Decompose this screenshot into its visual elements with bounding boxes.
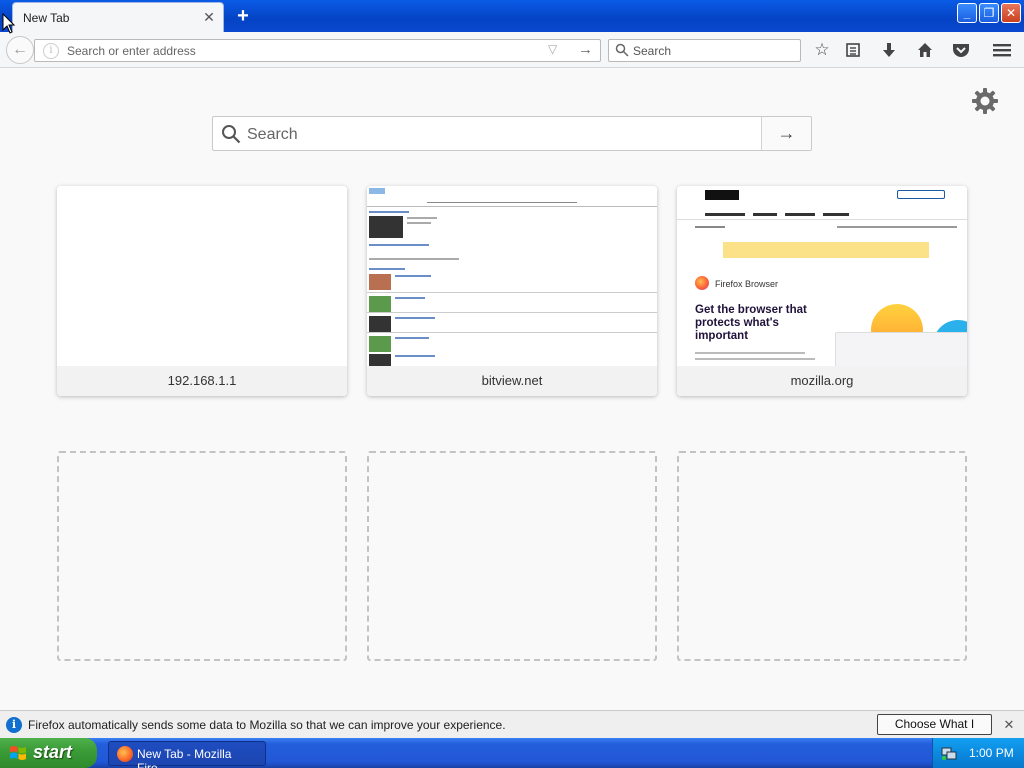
bookmark-star-icon[interactable]: ☆ [810,38,834,62]
taskbar-item-label: New Tab - Mozilla Fire... [137,747,232,768]
tile-label: bitview.net [367,366,657,396]
search-icon [222,125,241,144]
mozilla-thumb-headline: Get the browser that protects what's imp… [695,304,807,342]
back-arrow-icon[interactable]: ← [6,36,34,64]
empty-tile-placeholder [677,451,967,661]
close-window-icon[interactable]: ✕ [1001,3,1021,23]
new-tab-plus-icon[interactable]: + [232,5,254,27]
tile-thumbnail: Firefox Browser Get the browser that pro… [677,186,967,366]
home-icon[interactable] [913,38,937,62]
toolbar-search-input[interactable] [633,43,793,59]
restore-icon[interactable]: ❐ [979,3,999,23]
empty-tile-placeholder [367,451,657,661]
minimize-icon[interactable]: _ [957,3,977,23]
window-titlebar: New Tab ✕ + _ ❐ ✕ [0,0,1024,32]
data-reporting-notification: i Firefox automatically sends some data … [0,710,1024,750]
start-button[interactable]: start [0,738,97,768]
gear-icon[interactable] [970,86,1000,116]
window-controls: _ ❐ ✕ [957,3,1021,23]
address-input[interactable] [67,43,537,59]
tile-thumbnail [367,186,657,366]
downloads-icon[interactable] [877,38,901,62]
network-icon[interactable] [941,745,957,761]
go-arrow-icon[interactable]: → [578,41,593,58]
mouse-cursor-icon [2,13,16,34]
windows-flag-icon [10,746,26,760]
history-dropdown-icon[interactable]: ▽ [548,42,557,56]
tab-new-tab[interactable]: New Tab ✕ [12,2,224,32]
tab-title: New Tab [23,11,70,25]
info-icon: i [6,717,22,733]
close-icon[interactable]: ✕ [1001,717,1017,733]
newtab-search-input[interactable] [247,125,747,145]
newtab-search-box[interactable]: → [212,116,812,151]
top-site-tile[interactable]: 192.168.1.1 [57,186,347,396]
taskbar-item-firefox[interactable]: New Tab - Mozilla Fire... [108,741,266,768]
top-site-tile[interactable]: Firefox Browser Get the browser that pro… [677,186,967,396]
url-bar[interactable]: i ▽ → [34,39,601,62]
mozilla-thumb-product: Firefox Browser [715,279,779,289]
start-label: start [33,742,73,762]
tile-thumbnail [57,186,347,366]
empty-tile-placeholder [57,451,347,661]
pocket-icon[interactable] [949,38,973,62]
search-go-arrow-icon[interactable]: → [761,117,811,150]
mozilla-logo [705,190,739,200]
hamburger-menu-icon[interactable] [990,38,1014,62]
clock[interactable]: 1:00 PM [969,746,1014,760]
tab-close-icon[interactable]: ✕ [201,9,217,25]
system-tray: 1:00 PM [932,738,1024,768]
nav-toolbar: ← i ▽ → ☆ [0,32,1024,68]
toolbar-search-box[interactable] [608,39,801,62]
site-info-icon[interactable]: i [43,43,59,59]
tile-label: mozilla.org [677,366,967,396]
top-site-tile[interactable]: bitview.net [367,186,657,396]
firefox-logo-icon [695,276,709,290]
search-icon [615,43,629,57]
notification-message: Firefox automatically sends some data to… [28,718,506,732]
bookmarks-list-icon[interactable] [841,38,865,62]
tile-label: 192.168.1.1 [57,366,347,396]
taskbar: start New Tab - Mozilla Fire... 1:00 PM [0,738,1024,768]
firefox-icon [117,746,133,762]
choose-what-i-share-button[interactable]: Choose What I Share [877,714,992,750]
